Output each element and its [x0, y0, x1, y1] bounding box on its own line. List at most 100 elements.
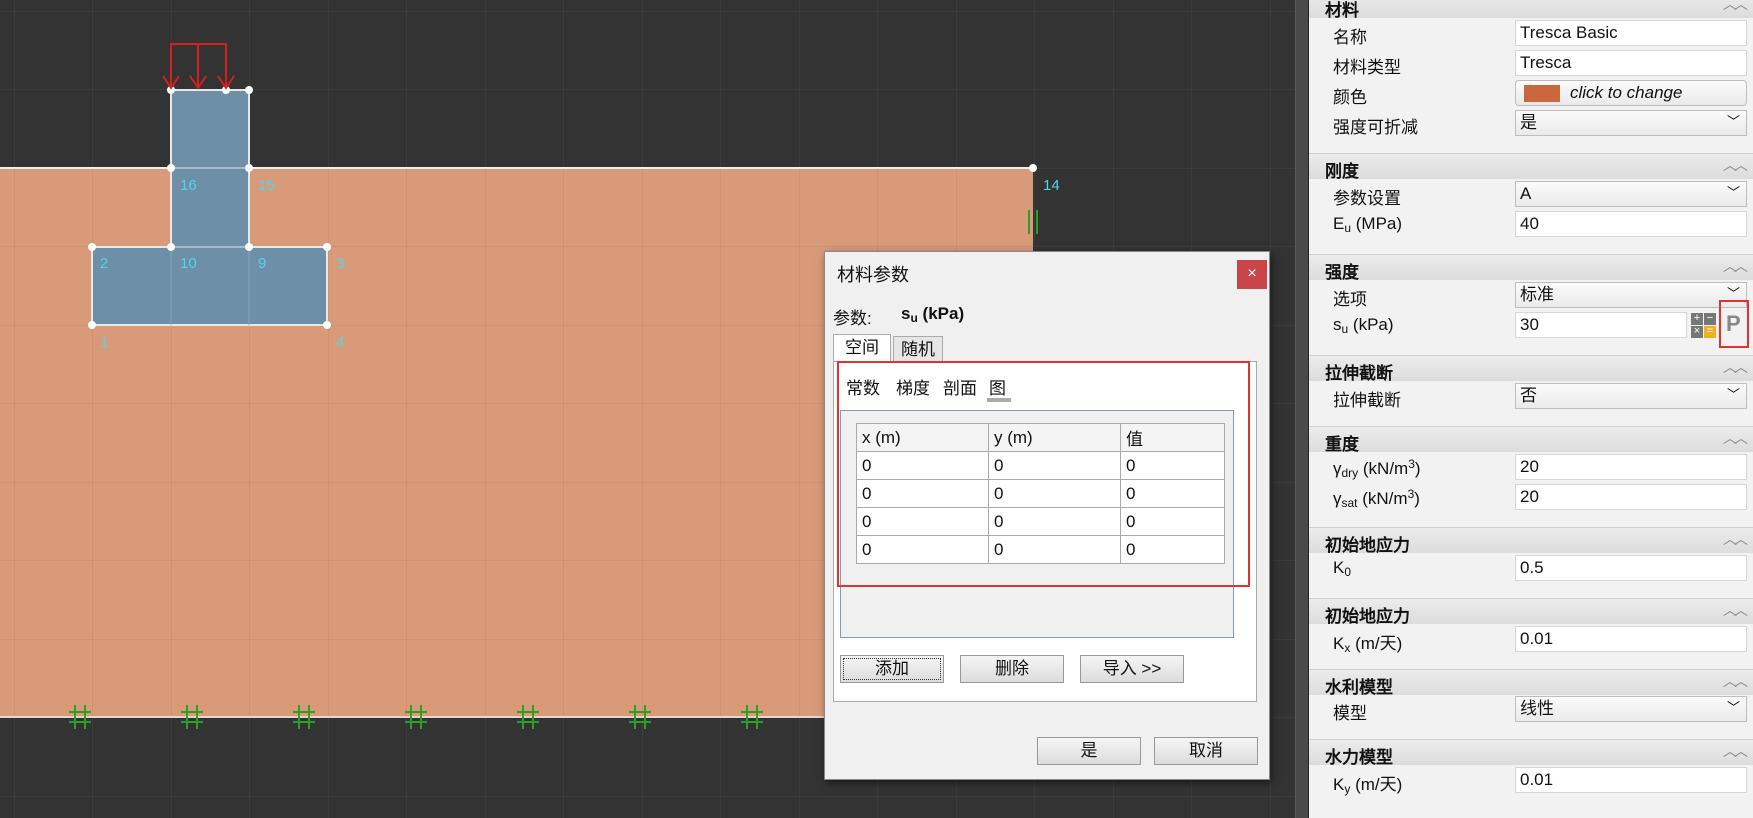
material-type-input[interactable]: Tresca — [1515, 50, 1747, 76]
prop-label: 材料类型 — [1333, 58, 1401, 77]
prop-label: Eu (MPa) — [1333, 214, 1403, 235]
prop-model: 模型 线性 ﹀ — [1309, 694, 1753, 724]
chevron-down-icon: ﹀ — [1726, 700, 1740, 715]
collapse-icon[interactable]: ︿︿ — [1723, 671, 1748, 691]
node-label: 3 — [336, 255, 344, 272]
parameter-p-icon[interactable]: P — [1719, 300, 1749, 348]
ky-input[interactable]: 0.01 — [1515, 767, 1747, 793]
name-input[interactable]: Tresca Basic — [1515, 20, 1747, 46]
collapse-icon[interactable]: ︿︿ — [1723, 741, 1748, 761]
section-tension-cutoff[interactable]: 拉伸截断 ︿︿ — [1309, 355, 1753, 383]
prop-cutoff: 拉伸截断否 ﹀ — [1309, 381, 1753, 411]
section-initial-stress[interactable]: 初始地应力 ︿︿ — [1309, 527, 1753, 555]
chevron-down-icon: ﹀ — [1726, 114, 1740, 129]
node-label: 15 — [258, 177, 275, 194]
param-label: 参数: — [833, 309, 872, 328]
color-picker-button[interactable]: click to change — [1515, 80, 1747, 106]
prop-label: su (kPa) — [1333, 315, 1394, 336]
node-label: 16 — [180, 177, 197, 194]
properties-panel: 材料 ︿︿ 名称 Tresca Basic 材料类型 Tresca 颜色 click … — [1309, 0, 1753, 818]
param-value: su (kPa) — [901, 304, 965, 325]
button-label: 是 — [1080, 741, 1098, 760]
tab-spatial[interactable]: 空间 — [833, 334, 891, 362]
button-label: 添加 — [875, 659, 909, 678]
prop-label: 参数设置 — [1333, 189, 1401, 208]
tab-random[interactable]: 随机 — [893, 336, 943, 362]
gamma-sat-input[interactable]: 20 — [1515, 484, 1747, 510]
prop-label: Ky (m/天) — [1333, 775, 1403, 796]
import-button[interactable]: 导入 >> — [1080, 655, 1184, 683]
tab-label: 随机 — [901, 340, 935, 359]
model-dropdown[interactable]: 线性 ﹀ — [1515, 696, 1747, 722]
collapse-icon[interactable]: ︿︿ — [1723, 256, 1748, 276]
prop-label: 模型 — [1333, 704, 1367, 723]
section-strength[interactable]: 强度 ︿︿ — [1309, 254, 1753, 282]
collapse-icon[interactable]: ︿︿ — [1723, 600, 1748, 620]
collapse-icon[interactable]: ︿︿ — [1723, 357, 1748, 377]
k0-input[interactable]: 0.5 — [1515, 555, 1747, 581]
prop-k0: K0 0.5 — [1309, 553, 1753, 583]
section-stiffness[interactable]: 刚度 ︿︿ — [1309, 153, 1753, 181]
collapse-icon[interactable]: ︿︿ — [1723, 428, 1748, 448]
collapse-icon[interactable]: ︿︿ — [1723, 529, 1748, 549]
node-label: 4 — [336, 334, 344, 351]
tab-label: 空间 — [845, 338, 879, 357]
node-label: 9 — [258, 255, 266, 272]
prop-label: 拉伸截断 — [1333, 391, 1401, 410]
color-button-label: click to change — [1570, 83, 1683, 102]
button-label: 取消 — [1189, 741, 1223, 760]
node-label: 14 — [1043, 177, 1060, 194]
eu-input[interactable]: 40 — [1515, 211, 1747, 237]
close-button[interactable]: × — [1237, 260, 1267, 289]
dropdown-value: A — [1520, 184, 1532, 203]
prop-reducible: 强度可折减是 ﹀ — [1309, 108, 1753, 138]
node-label: 2 — [100, 255, 108, 272]
prop-label: γdry (kN/m3) — [1333, 457, 1421, 480]
dropdown-value: 否 — [1520, 386, 1537, 405]
prop-name: 名称 Tresca Basic — [1309, 18, 1753, 48]
section-initial-stress-2[interactable]: 初始地应力 ︿︿ — [1309, 598, 1753, 626]
prop-label: 选项 — [1333, 290, 1367, 309]
prop-label: 名称 — [1333, 28, 1367, 47]
prop-su: su (kPa) 30 + − × = P — [1309, 300, 1753, 348]
button-label: 导入 >> — [1102, 659, 1162, 678]
panel-splitter[interactable] — [1295, 0, 1309, 818]
dropdown-value: 线性 — [1520, 699, 1554, 718]
material-params-dialog: 材料参数 × 参数: su (kPa) 空间 随机 常数 梯度 剖面 图 x (… — [824, 251, 1270, 780]
button-label: 删除 — [995, 659, 1029, 678]
color-swatch — [1524, 85, 1560, 102]
delete-button[interactable]: 删除 — [960, 655, 1064, 683]
chevron-down-icon: ﹀ — [1726, 387, 1740, 402]
prop-label: γsat (kN/m3) — [1333, 487, 1420, 510]
reducible-dropdown[interactable]: 是 ﹀ — [1515, 110, 1747, 136]
section-material[interactable]: 材料 ︿︿ — [1309, 0, 1753, 20]
kx-input[interactable]: 0.01 — [1515, 626, 1747, 652]
node-label: 10 — [180, 255, 197, 272]
dialog-title: 材料参数 — [837, 265, 909, 285]
dropdown-value: 标准 — [1520, 285, 1554, 304]
calculator-icon[interactable]: + − × = — [1691, 313, 1717, 339]
ok-button[interactable]: 是 — [1037, 737, 1141, 765]
prop-gamma-dry: γdry (kN/m3) 20 — [1309, 452, 1753, 482]
su-input[interactable]: 30 — [1515, 312, 1687, 338]
section-hydro-model[interactable]: 水利模型 ︿︿ — [1309, 669, 1753, 697]
add-button[interactable]: 添加 — [840, 655, 944, 683]
option-dropdown[interactable]: 标准 ﹀ — [1515, 282, 1747, 308]
cancel-button[interactable]: 取消 — [1154, 737, 1258, 765]
gamma-dry-input[interactable]: 20 — [1515, 454, 1747, 480]
tab-content-frame: 常数 梯度 剖面 图 x (m) y (m) 值 0 0 0 0 0 0 0 0 — [833, 361, 1257, 702]
cutoff-dropdown[interactable]: 否 ﹀ — [1515, 383, 1747, 409]
collapse-icon[interactable]: ︿︿ — [1723, 155, 1748, 175]
dropdown-value: 是 — [1520, 113, 1537, 132]
prop-label: Kx (m/天) — [1333, 634, 1403, 655]
prop-option: 选项 标准 ﹀ — [1309, 280, 1753, 310]
prop-label: 颜色 — [1333, 88, 1367, 107]
section-hydraulic-model[interactable]: 水力模型 ︿︿ — [1309, 739, 1753, 767]
close-icon: × — [1247, 265, 1257, 282]
prop-color: 颜色 click to change — [1309, 78, 1753, 108]
prop-kx: Kx (m/天) 0.01 — [1309, 624, 1753, 655]
param-dropdown[interactable]: A ﹀ — [1515, 181, 1747, 207]
prop-label: 强度可折减 — [1333, 118, 1418, 137]
collapse-icon[interactable]: ︿︿ — [1723, 0, 1748, 14]
section-weight[interactable]: 重度 ︿︿ — [1309, 426, 1753, 454]
